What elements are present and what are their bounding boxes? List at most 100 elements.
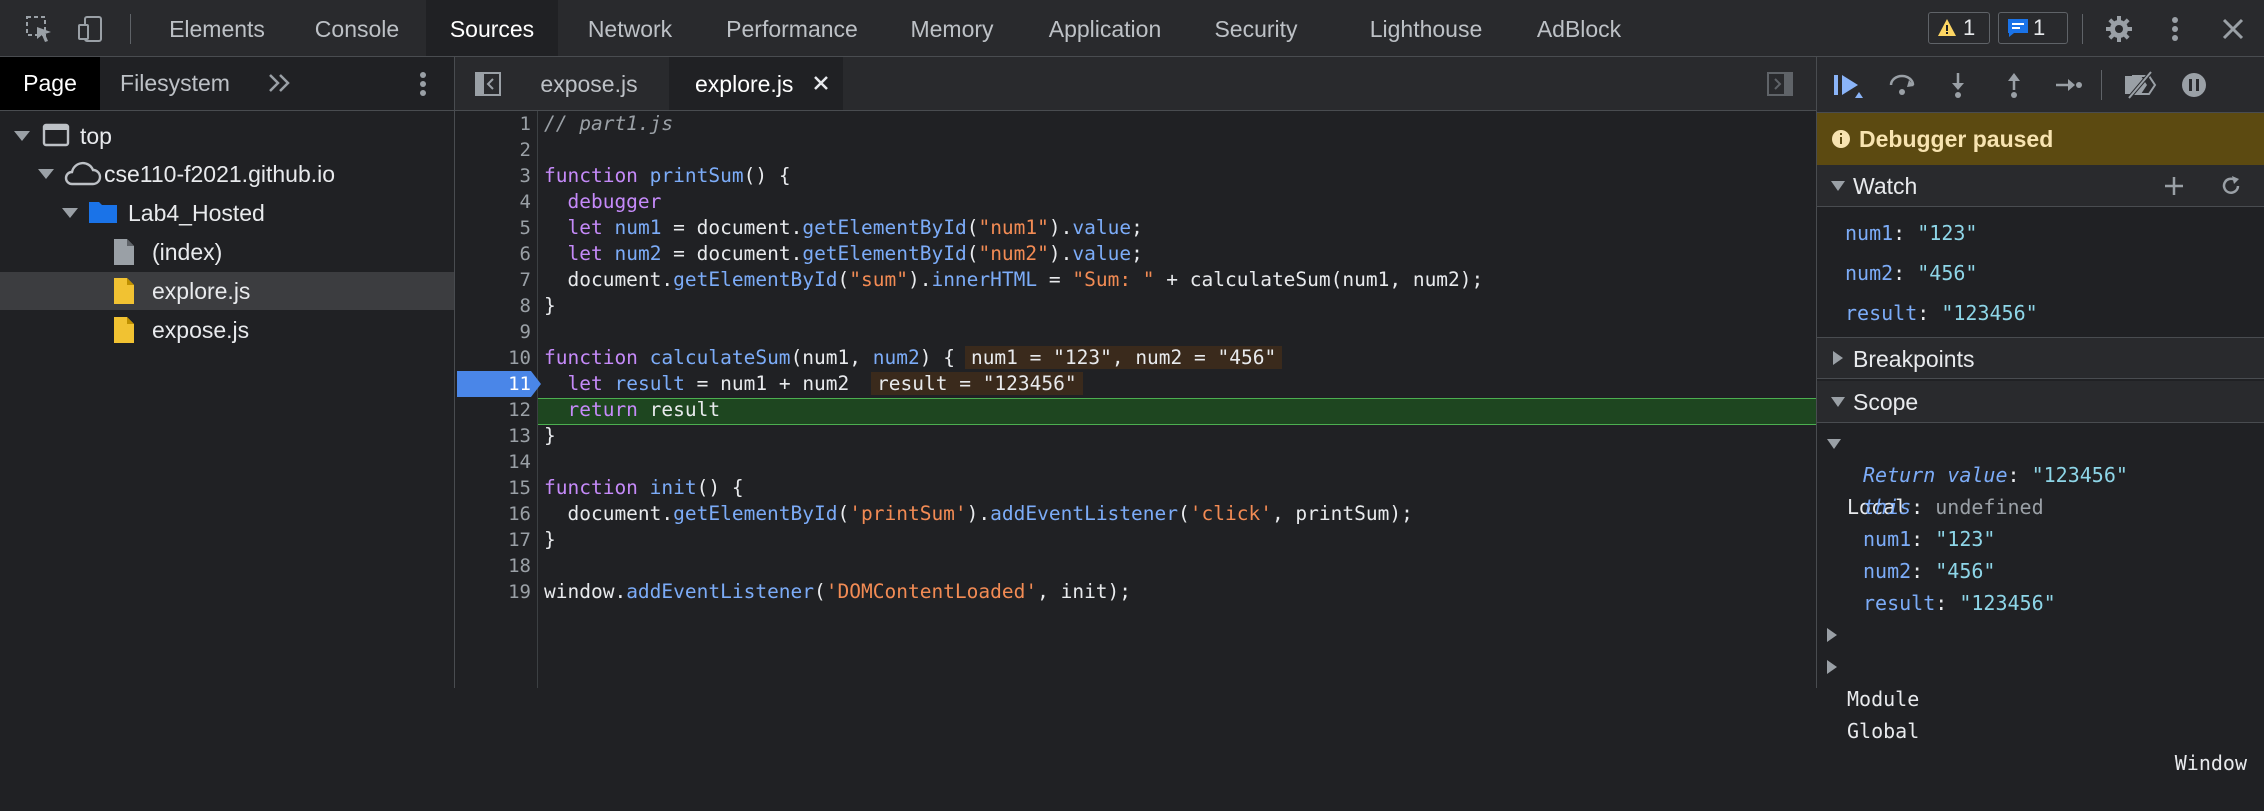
line-number[interactable]: 9 (461, 319, 531, 345)
expand-arrow-icon[interactable] (14, 131, 30, 141)
line-number[interactable]: 12 (461, 397, 531, 423)
global-scope-value: Window (2174, 751, 2247, 775)
line-number[interactable]: 4 (461, 189, 531, 215)
expand-arrow-icon[interactable] (38, 169, 54, 179)
inline-value: result = "123456" (871, 372, 1083, 395)
editor-tab-expose-js[interactable]: expose.js (519, 57, 659, 110)
collapse-arrow-icon[interactable] (1831, 397, 1845, 407)
scope-variable[interactable]: Return value: "123456" (1863, 459, 2128, 491)
watch-item[interactable]: num1: "123" (1845, 217, 1977, 249)
line-number[interactable]: 8 (461, 293, 531, 319)
tab-memory[interactable]: Memory (888, 0, 1016, 56)
scope-local-header[interactable]: Local (1827, 427, 2247, 519)
line-number[interactable]: 13 (461, 423, 531, 449)
line-number[interactable]: 5 (461, 215, 531, 241)
info-icon (1831, 129, 1851, 149)
code-line: let num1 = document.getElementById("num1… (567, 216, 1143, 239)
close-icon[interactable] (2218, 14, 2248, 44)
tab-console[interactable]: Console (296, 0, 418, 56)
code-line: function calculateSum(num1, num2) {num1 … (538, 345, 1283, 371)
messages-badge[interactable]: 1 (1998, 12, 2068, 44)
warnings-badge[interactable]: 1 (1928, 12, 1990, 44)
line-number[interactable]: 18 (461, 553, 531, 579)
scope-section-header[interactable]: Scope (1817, 381, 2264, 423)
line-number[interactable]: 2 (461, 137, 531, 163)
line-number[interactable]: 7 (461, 267, 531, 293)
collapse-arrow-icon[interactable] (1827, 439, 1841, 449)
tab-lighthouse[interactable]: Lighthouse (1356, 0, 1496, 56)
tree-item-explore-js[interactable]: explore.js (0, 272, 454, 310)
line-number[interactable]: 15 (461, 475, 531, 501)
expand-arrow-icon[interactable] (1833, 351, 1843, 365)
watch-item[interactable]: num2: "456" (1845, 257, 1977, 289)
line-number[interactable]: 1 (461, 111, 531, 137)
expand-arrow-icon[interactable] (62, 208, 78, 218)
code-area[interactable]: // part1.js function printSum() { debugg… (538, 111, 1816, 688)
tree-item-folder[interactable]: Lab4_Hosted (0, 194, 454, 232)
scope-variable[interactable]: result: "123456" (1863, 587, 2056, 619)
more-options-icon[interactable] (2160, 14, 2190, 44)
step-over-icon[interactable] (1887, 70, 1917, 100)
inspect-element-icon[interactable] (24, 14, 54, 44)
folder-icon (88, 199, 118, 225)
scope-title: Scope (1853, 389, 1919, 415)
add-watch-icon[interactable] (2163, 175, 2185, 197)
scope-module-header[interactable]: Module (1827, 619, 2247, 711)
resume-button[interactable] (1831, 70, 1863, 100)
navigator-menu-icon[interactable] (408, 69, 438, 99)
line-number[interactable]: 3 (461, 163, 531, 189)
line-number[interactable]: 16 (461, 501, 531, 527)
line-number[interactable]: 10 (461, 345, 531, 371)
script-file-icon (112, 277, 136, 305)
device-toolbar-icon[interactable] (76, 14, 106, 44)
line-number[interactable]: 14 (461, 449, 531, 475)
tab-security[interactable]: Security (1196, 0, 1316, 56)
watch-section-header[interactable]: Watch (1817, 165, 2264, 207)
tab-elements[interactable]: Elements (146, 0, 288, 56)
step-icon[interactable] (2053, 70, 2083, 100)
refresh-watch-icon[interactable] (2219, 174, 2243, 198)
tab-performance[interactable]: Performance (706, 0, 878, 56)
watch-item[interactable]: result: "123456" (1845, 297, 2038, 329)
tab-adblock[interactable]: AdBlock (1518, 0, 1640, 56)
scope-variable[interactable]: num2: "456" (1863, 555, 1995, 587)
toggle-navigator-icon[interactable] (473, 69, 503, 99)
pause-on-exceptions-icon[interactable] (2179, 70, 2209, 100)
breakpoints-section-header[interactable]: Breakpoints (1817, 337, 2264, 379)
scope-global-header[interactable]: Global Window (1827, 651, 2247, 775)
close-tab-icon[interactable] (811, 73, 831, 93)
code-line: } (544, 424, 556, 447)
collapse-arrow-icon[interactable] (1831, 181, 1845, 191)
toolbar-divider (2101, 70, 2102, 100)
scope-variable[interactable]: this: undefined (1863, 491, 2044, 523)
deactivate-breakpoints-icon[interactable] (2123, 70, 2157, 100)
tab-page[interactable]: Page (0, 57, 100, 110)
line-number-current[interactable]: 11 (461, 371, 531, 397)
tree-item-expose-js[interactable]: expose.js (0, 311, 454, 349)
tab-sources[interactable]: Sources (426, 0, 558, 56)
tree-item-label: (index) (152, 239, 223, 265)
step-into-icon[interactable] (1943, 70, 1973, 100)
line-number[interactable]: 17 (461, 527, 531, 553)
tree-item-top[interactable]: top (0, 117, 454, 155)
tab-network[interactable]: Network (566, 0, 694, 56)
tab-filesystem[interactable]: Filesystem (104, 57, 246, 110)
line-number[interactable]: 19 (461, 579, 531, 605)
code-line: document.getElementById("sum").innerHTML… (544, 268, 1484, 291)
editor-tab-explore-js[interactable]: explore.js (669, 57, 843, 110)
settings-gear-icon[interactable] (2104, 14, 2134, 44)
frame-icon (42, 122, 70, 148)
toggle-debugger-icon[interactable] (1765, 69, 1795, 99)
more-tabs-chevron-icon[interactable] (266, 71, 294, 95)
cloud-icon (62, 160, 102, 188)
debugger-sidebar: Debugger paused Watch num1: "123" num2: … (1816, 57, 2264, 775)
tree-item-index[interactable]: (index) (0, 233, 454, 271)
scope-variable[interactable]: num1: "123" (1863, 523, 1995, 555)
expand-arrow-icon[interactable] (1827, 660, 1837, 674)
tree-item-label: expose.js (152, 317, 250, 343)
step-out-icon[interactable] (1999, 70, 2029, 100)
expand-arrow-icon[interactable] (1827, 628, 1837, 642)
tab-application[interactable]: Application (1030, 0, 1180, 56)
line-number[interactable]: 6 (461, 241, 531, 267)
tree-item-domain[interactable]: cse110-f2021.github.io (0, 155, 454, 193)
